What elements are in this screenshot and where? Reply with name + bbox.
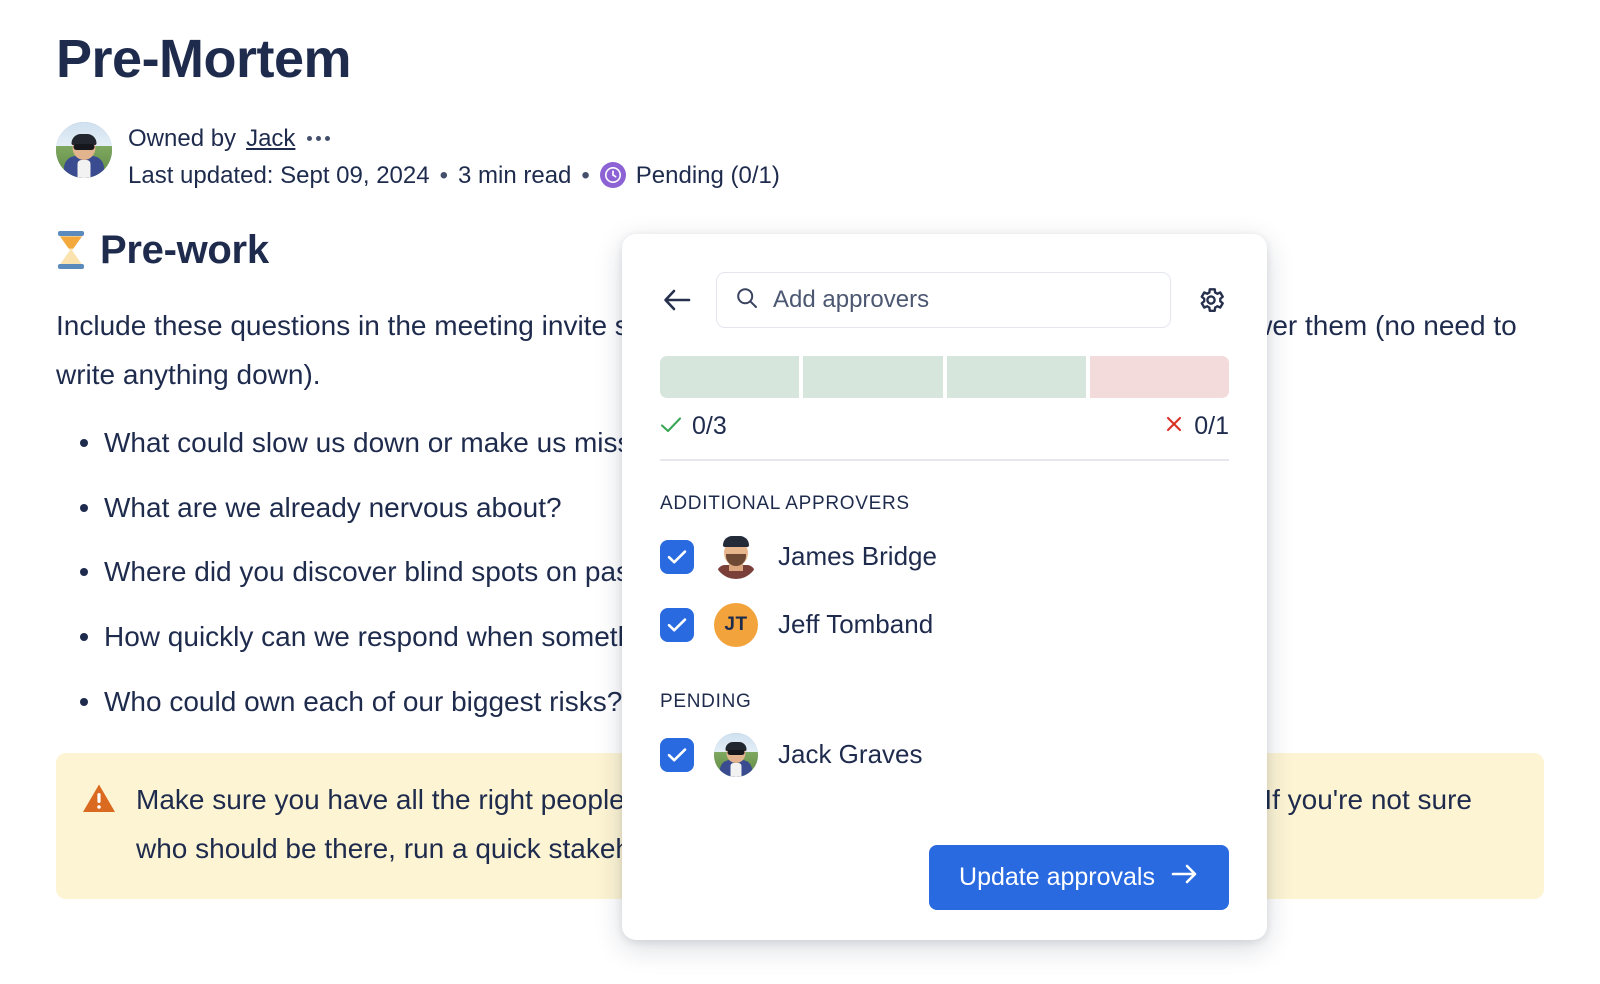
rejected-count: 0/1 — [1164, 412, 1229, 441]
hourglass-icon — [56, 231, 86, 269]
progress-segment — [947, 356, 1086, 398]
arrow-right-icon — [1171, 863, 1199, 892]
approver-row-james-bridge[interactable]: James Bridge — [660, 523, 1229, 591]
approved-count-label: 0/3 — [692, 412, 727, 441]
meta-separator-1: • — [440, 157, 448, 194]
rejected-count-label: 0/1 — [1194, 412, 1229, 441]
progress-segment — [803, 356, 942, 398]
progress-segment — [1090, 356, 1229, 398]
section-heading-label: Pre-work — [100, 228, 269, 273]
check-icon — [660, 412, 682, 441]
page-title: Pre-Mortem — [56, 26, 1544, 94]
checkbox-james-bridge[interactable] — [660, 540, 694, 574]
approver-name: Jeff Tomband — [778, 609, 933, 640]
document-meta: Owned by Jack Last updated: Sept 09, 202… — [56, 120, 1544, 194]
owner-link[interactable]: Jack — [246, 120, 295, 157]
approval-counts: 0/3 0/1 — [660, 412, 1229, 441]
read-time-label: 3 min read — [458, 157, 571, 194]
avatar — [56, 122, 112, 178]
group-label-additional-approvers: ADDITIONAL APPROVERS — [660, 493, 1229, 515]
status-badge[interactable]: Pending (0/1) — [636, 157, 780, 194]
search-input[interactable] — [773, 286, 1152, 314]
warning-triangle-icon — [82, 783, 116, 819]
approver-name: James Bridge — [778, 541, 937, 572]
avatar-jeff-tomband: JT — [714, 603, 758, 647]
approvals-popup: 0/3 0/1 ADDITIONAL APPROVERS James Bridg… — [622, 234, 1267, 940]
arrow-left-icon[interactable] — [660, 283, 694, 317]
approval-progress-bar — [660, 356, 1229, 398]
approver-name: Jack Graves — [778, 739, 923, 770]
search-icon — [735, 286, 759, 315]
checkbox-jack-graves[interactable] — [660, 738, 694, 772]
avatar-james-bridge — [714, 535, 758, 579]
ellipsis-icon[interactable] — [305, 132, 332, 145]
owner-prefix-label: Owned by — [128, 120, 236, 157]
gear-icon[interactable] — [1193, 282, 1229, 318]
last-updated-label: Last updated: Sept 09, 2024 — [128, 157, 430, 194]
popup-footer: Update approvals — [660, 825, 1229, 910]
approved-count: 0/3 — [660, 412, 727, 441]
approver-row-jeff-tomband[interactable]: JT Jeff Tomband — [660, 591, 1229, 659]
update-approvals-button[interactable]: Update approvals — [929, 845, 1229, 910]
meta-separator-2: • — [581, 157, 589, 194]
checkbox-jeff-tomband[interactable] — [660, 608, 694, 642]
popup-header — [660, 272, 1229, 328]
avatar-jack-graves — [714, 733, 758, 777]
group-label-pending: PENDING — [660, 691, 1229, 713]
clock-icon — [600, 162, 626, 188]
update-approvals-label: Update approvals — [959, 863, 1155, 892]
cross-icon — [1164, 412, 1184, 441]
progress-segment — [660, 356, 799, 398]
divider — [660, 459, 1229, 461]
search-input-wrapper[interactable] — [716, 272, 1171, 328]
approver-row-jack-graves[interactable]: Jack Graves — [660, 721, 1229, 789]
